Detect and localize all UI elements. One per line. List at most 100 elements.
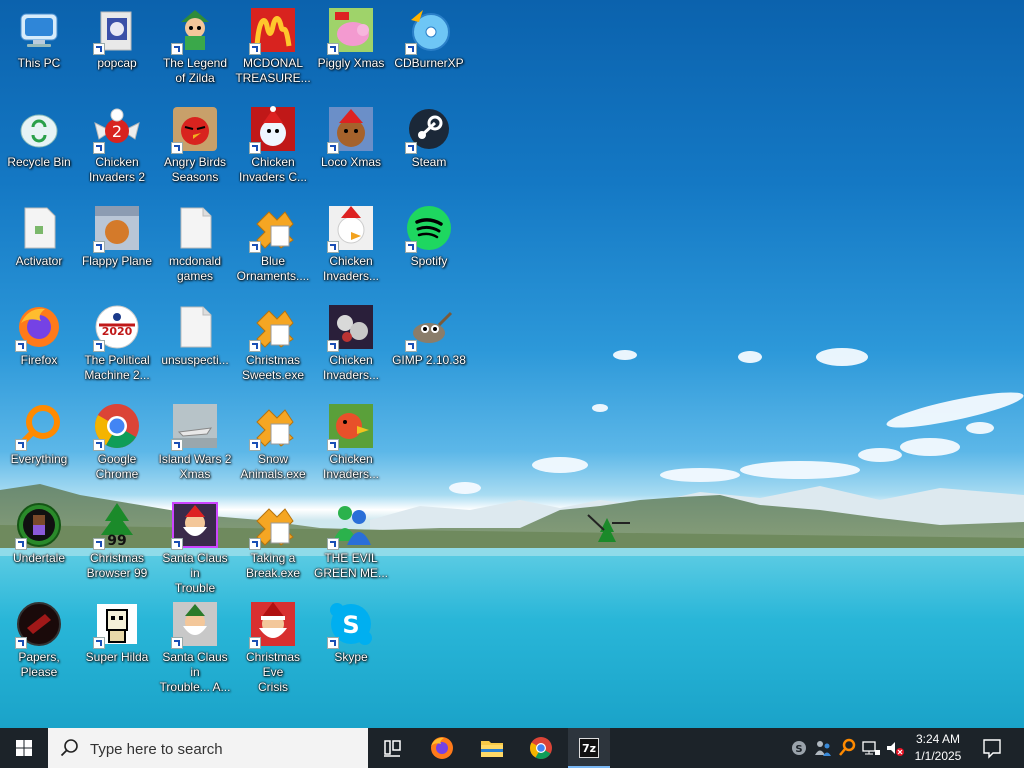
task-view-button[interactable] bbox=[372, 728, 412, 768]
icon-label: Chicken Invaders 2 bbox=[88, 155, 146, 184]
icon-label: Chicken Invaders... bbox=[322, 353, 380, 382]
icon-label: Santa Claus in Trouble... A... bbox=[159, 650, 231, 694]
desktop-icon-mcdonald-games[interactable]: mcdonald games bbox=[156, 200, 234, 296]
desktop-icon-chicken-invaders-a[interactable]: Chicken Invaders... bbox=[312, 200, 390, 296]
desktop-icon-everything[interactable]: Everything bbox=[0, 398, 78, 494]
icon-label: popcap bbox=[97, 56, 137, 70]
desktop-icon-taking-a-break[interactable]: Taking a Break.exe bbox=[234, 497, 312, 593]
taskbar-search-box[interactable] bbox=[48, 728, 368, 770]
desktop-icon-chicken-invaders-c2[interactable]: Chicken Invaders... bbox=[312, 398, 390, 494]
icon-label: Loco Xmas bbox=[320, 155, 382, 169]
mcdonalds-icon bbox=[249, 6, 297, 55]
shortcut-arrow-icon bbox=[249, 340, 261, 352]
desktop-icon-gimp[interactable]: GIMP 2.10.38 bbox=[390, 299, 468, 395]
recycle-bin-icon bbox=[15, 105, 63, 153]
desktop-icon-piggly-xmas[interactable]: Piggly Xmas bbox=[312, 2, 390, 98]
shortcut-arrow-icon bbox=[327, 439, 339, 451]
desktop-icon-cdburnerxp[interactable]: CDBurnerXP bbox=[390, 2, 468, 98]
tray-everything-button[interactable] bbox=[836, 728, 858, 768]
icon-label: MCDONAL TREASURE... bbox=[235, 56, 311, 85]
taskbar-chrome-button[interactable] bbox=[520, 728, 562, 768]
desktop-icon-spotify[interactable]: Spotify bbox=[390, 200, 468, 296]
desktop-icon-undertale[interactable]: Undertale bbox=[0, 497, 78, 593]
desktop-icon-island-wars-2-xmas[interactable]: Island Wars 2 Xmas bbox=[156, 398, 234, 494]
icon-label: Santa Claus in Trouble bbox=[162, 551, 228, 595]
desktop-icon-activator[interactable]: Activator bbox=[0, 200, 78, 296]
svg-text:2: 2 bbox=[112, 122, 122, 141]
shortcut-arrow-icon bbox=[327, 340, 339, 352]
desktop-icon-blue-ornaments[interactable]: Blue Ornaments.... bbox=[234, 200, 312, 296]
desktop-icon-papers-please[interactable]: Papers, Please bbox=[0, 596, 78, 692]
firefox-icon bbox=[431, 737, 453, 759]
clock-time: 3:24 AM bbox=[915, 732, 961, 746]
desktop-icon-political-machine[interactable]: 2020 The Political Machine 2... bbox=[78, 299, 156, 395]
network-icon bbox=[862, 741, 880, 755]
gimp-icon bbox=[405, 303, 453, 352]
shortcut-arrow-icon bbox=[327, 142, 339, 154]
shortcut-arrow-icon bbox=[405, 241, 417, 253]
shortcut-arrow-icon bbox=[93, 241, 105, 253]
shortcut-arrow-icon bbox=[15, 538, 27, 550]
desktop-icon-santa-claus-in-trouble[interactable]: Santa Claus in Trouble bbox=[156, 497, 234, 595]
taskbar-file-explorer-button[interactable] bbox=[472, 728, 512, 768]
shortcut-arrow-icon bbox=[249, 241, 261, 253]
desktop-icon-christmas-browser-99[interactable]: 99 Christmas Browser 99 bbox=[78, 497, 156, 593]
svg-text:S: S bbox=[342, 611, 359, 639]
desktop[interactable]: This PC popcap The Legend of Zilda MCDON… bbox=[0, 0, 1024, 728]
desktop-icon-steam[interactable]: Steam bbox=[390, 101, 468, 197]
desktop-icon-mcdonal-treasure[interactable]: MCDONAL TREASURE... bbox=[234, 2, 312, 98]
desktop-icon-christmas-sweets[interactable]: Christmas Sweets.exe bbox=[234, 299, 312, 395]
7zip-icon: 7z bbox=[579, 738, 599, 758]
puzzle-exe-icon bbox=[249, 402, 297, 451]
tray-network-button[interactable] bbox=[860, 728, 882, 768]
shortcut-arrow-icon bbox=[405, 340, 417, 352]
chrome-icon bbox=[530, 737, 552, 759]
shortcut-arrow-icon bbox=[249, 43, 261, 55]
desktop-icon-chicken-invaders-c[interactable]: Chicken Invaders C... bbox=[234, 101, 312, 197]
desktop-icon-loco-xmas[interactable]: Loco Xmas bbox=[312, 101, 390, 197]
desktop-icon-this-pc[interactable]: This PC bbox=[0, 2, 78, 98]
icon-label: This PC bbox=[17, 56, 61, 70]
icon-label: Super Hilda bbox=[85, 650, 149, 664]
desktop-icon-the-evil-green-me[interactable]: THE EVIL GREEN ME... bbox=[312, 497, 390, 593]
desktop-icon-christmas-eve-crisis[interactable]: Christmas Eve Crisis bbox=[234, 596, 312, 694]
shortcut-arrow-icon bbox=[93, 538, 105, 550]
desktop-icon-angry-birds-seasons[interactable]: Angry Birds Seasons bbox=[156, 101, 234, 197]
shortcut-arrow-icon bbox=[327, 637, 339, 649]
search-input[interactable] bbox=[88, 728, 362, 770]
icon-label: Steam bbox=[411, 155, 447, 169]
desktop-icon-skype[interactable]: S Skype bbox=[312, 596, 390, 692]
desktop-icon-recycle-bin[interactable]: Recycle Bin bbox=[0, 101, 78, 197]
desktop-icon-snow-animals[interactable]: Snow Animals.exe bbox=[234, 398, 312, 494]
cdburnerxp-icon bbox=[405, 6, 453, 55]
desktop-icon-legend-of-zilda[interactable]: The Legend of Zilda bbox=[156, 2, 234, 98]
tray-people-button[interactable] bbox=[812, 728, 834, 768]
tray-volume-button[interactable] bbox=[884, 728, 906, 768]
taskbar-7zip-button[interactable]: 7z bbox=[568, 728, 610, 768]
shortcut-arrow-icon bbox=[171, 43, 183, 55]
desktop-icon-google-chrome[interactable]: Google Chrome bbox=[78, 398, 156, 494]
desktop-icon-firefox[interactable]: Firefox bbox=[0, 299, 78, 395]
action-center-button[interactable] bbox=[976, 728, 1008, 768]
tray-skype-button[interactable]: S bbox=[788, 728, 810, 768]
loco-xmas-icon bbox=[327, 105, 375, 154]
taskbar-clock[interactable]: 3:24 AM 1/1/2025 bbox=[906, 728, 970, 768]
desktop-icon-unsuspecti[interactable]: unsuspecti... bbox=[156, 299, 234, 395]
desktop-icon-super-hilda[interactable]: Super Hilda bbox=[78, 596, 156, 692]
desktop-icon-chicken-invaders-b[interactable]: Chicken Invaders... bbox=[312, 299, 390, 395]
icon-label: Chicken Invaders C... bbox=[238, 155, 308, 184]
icon-label: The Political Machine 2... bbox=[84, 353, 150, 382]
icon-label: Recycle Bin bbox=[7, 155, 71, 169]
desktop-icon-santa-claus-in-trouble-a[interactable]: Santa Claus in Trouble... A... bbox=[156, 596, 234, 694]
desktop-icon-flappy-plane[interactable]: Flappy Plane bbox=[78, 200, 156, 296]
icon-label: Blue Ornaments.... bbox=[236, 254, 310, 283]
start-button[interactable] bbox=[0, 728, 48, 768]
santa-icon bbox=[249, 600, 297, 649]
shortcut-arrow-icon bbox=[15, 340, 27, 352]
desktop-icon-chicken-invaders-2[interactable]: 2 Chicken Invaders 2 bbox=[78, 101, 156, 197]
desktop-icon-popcap[interactable]: popcap bbox=[78, 2, 156, 98]
taskbar-firefox-button[interactable] bbox=[422, 728, 462, 768]
clock-date: 1/1/2025 bbox=[914, 749, 962, 763]
icon-label: Undertale bbox=[12, 551, 66, 565]
shortcut-arrow-icon bbox=[171, 538, 183, 550]
